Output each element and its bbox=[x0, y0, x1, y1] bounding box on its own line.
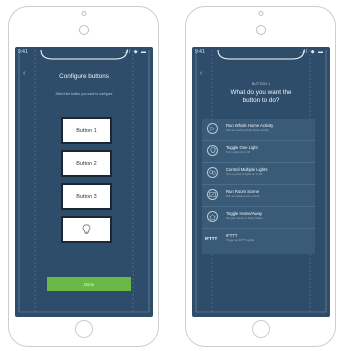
action-title: IFTTT bbox=[226, 233, 238, 238]
play-icon: ▷ bbox=[207, 123, 218, 134]
button-1-label: Button 1 bbox=[76, 127, 97, 134]
action-subtitle: Run an existing whole home activity bbox=[226, 129, 269, 132]
title-line-2: button to do? bbox=[242, 97, 280, 105]
action-title: Toggle Home/Away bbox=[226, 211, 263, 216]
action-item-run-room-scene[interactable]: Run Room Scene Run an existing room scen… bbox=[202, 185, 315, 207]
action-item-run-whole-home[interactable]: ▷ Run Whole Home Activity Run an existin… bbox=[202, 119, 315, 141]
title-line-1: What do you want the bbox=[230, 89, 292, 96]
button-3-label: Button 3 bbox=[76, 193, 97, 200]
action-title: Toggle One Light bbox=[226, 145, 258, 150]
action-subtitle: Set your Home or Away Status bbox=[226, 217, 263, 220]
button-3-config[interactable]: Button 3 bbox=[61, 183, 112, 210]
action-title: Run Room Scene bbox=[226, 189, 260, 194]
multi-light-icon bbox=[207, 167, 218, 178]
action-title: Control Multiple Lights bbox=[226, 167, 268, 172]
scene-icon bbox=[207, 189, 218, 200]
action-item-toggle-one-light[interactable]: Toggle One Light Turn a light on or off bbox=[202, 141, 315, 163]
action-item-toggle-home-away[interactable]: Toggle Home/Away Set your Home or Away S… bbox=[202, 207, 315, 229]
front-camera bbox=[255, 25, 266, 35]
page-title: What do you want the button to do? bbox=[192, 89, 330, 105]
button-action-screen: 9:41 ..ll ◆ ▬ ‹ BUTTON 1 What do you wan… bbox=[192, 47, 330, 317]
home-away-icon bbox=[207, 211, 218, 222]
action-list: ▷ Run Whole Home Activity Run an existin… bbox=[202, 119, 315, 254]
home-button[interactable] bbox=[74, 320, 93, 338]
button-1-config[interactable]: Button 1 bbox=[61, 117, 112, 144]
screen-heading: BUTTON 1 bbox=[251, 82, 271, 86]
phone-frame-left: 9:41 ..ll ◆ ▬ ‹ Configure buttons Select… bbox=[8, 6, 159, 347]
lightbulb-icon bbox=[207, 145, 218, 156]
action-subtitle: Turn a group of lights on or off bbox=[226, 173, 262, 176]
done-label: Done bbox=[83, 281, 94, 287]
chevron-left-icon[interactable]: ‹ bbox=[200, 70, 202, 77]
lightbulb-icon bbox=[82, 224, 91, 234]
configure-buttons-screen: 9:41 ..ll ◆ ▬ ‹ Configure buttons Select… bbox=[15, 47, 153, 317]
action-subtitle: Turn a light on or off bbox=[226, 151, 250, 154]
lightbulb-button-config[interactable] bbox=[61, 216, 112, 243]
ifttt-icon: IFTTT bbox=[205, 236, 218, 241]
status-time: 9:41 bbox=[195, 49, 205, 55]
action-subtitle: Run an existing room scene bbox=[226, 195, 260, 198]
speaker-dot bbox=[81, 11, 86, 16]
status-time: 9:41 bbox=[18, 49, 28, 55]
home-button[interactable] bbox=[251, 320, 270, 338]
button-2-label: Button 2 bbox=[76, 160, 97, 167]
speaker-dot bbox=[258, 11, 263, 16]
button-2-config[interactable]: Button 2 bbox=[61, 150, 112, 177]
phone-frame-right: 9:41 ..ll ◆ ▬ ‹ BUTTON 1 What do you wan… bbox=[185, 6, 336, 347]
action-item-control-multiple-lights[interactable]: Control Multiple Lights Turn a group of … bbox=[202, 163, 315, 185]
action-subtitle: Trigger an IFTTT applet bbox=[226, 239, 255, 242]
action-item-ifttt[interactable]: IFTTT IFTTT Trigger an IFTTT applet bbox=[202, 229, 315, 251]
done-button[interactable]: Done bbox=[47, 277, 131, 291]
page-title: Configure buttons bbox=[59, 73, 109, 80]
action-title: Run Whole Home Activity bbox=[226, 123, 274, 128]
front-camera bbox=[78, 25, 89, 35]
page-subtitle: Select the button you want to configure bbox=[55, 92, 113, 96]
status-icons: ..ll ◆ ▬ bbox=[122, 49, 147, 55]
status-icons: ..ll ◆ ▬ bbox=[299, 49, 324, 55]
